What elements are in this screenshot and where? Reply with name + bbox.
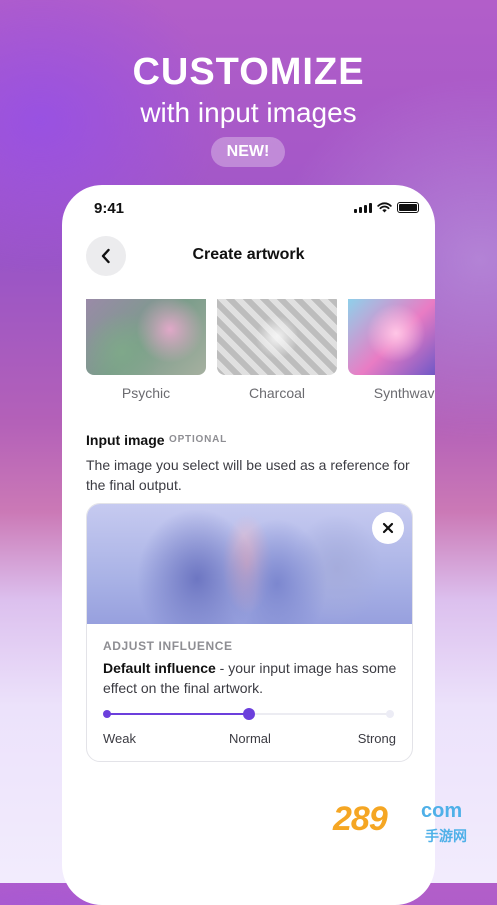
wifi-icon (377, 202, 392, 213)
signal-icon (354, 203, 372, 213)
status-icons (354, 202, 419, 213)
close-icon (382, 522, 394, 534)
style-carousel[interactable]: Psychic Charcoal Synthwave (86, 299, 435, 409)
influence-description: Default influence - your input image has… (103, 658, 403, 698)
status-time: 9:41 (94, 200, 125, 217)
watermark-number: 289 (333, 800, 388, 838)
tick-strong: Strong (357, 731, 396, 746)
page-title: Create artwork (192, 246, 305, 263)
input-image-title: Input image (86, 432, 165, 448)
style-item-psychic[interactable]: Psychic (86, 299, 206, 401)
remove-image-button[interactable] (372, 512, 404, 544)
style-thumbnail (348, 299, 435, 375)
promo-subtitle: with input images (140, 97, 357, 128)
style-item-synthwave[interactable]: Synthwave (348, 299, 435, 401)
slider-thumb[interactable] (242, 708, 255, 720)
input-image-preview[interactable] (87, 504, 412, 624)
optional-tag: OPTIONAL (169, 434, 228, 445)
tick-normal: Normal (229, 731, 271, 746)
input-image-description: The image you select will be used as a r… (86, 457, 410, 493)
adjust-influence-label: ADJUST INFLUENCE (103, 639, 233, 653)
watermark-cn: 手游网 (425, 828, 467, 844)
promo-headline: CUSTOMIZE with input images (0, 50, 497, 130)
promo-title: CUSTOMIZE (132, 51, 365, 93)
style-label: Charcoal (248, 385, 306, 401)
style-thumbnail (217, 299, 337, 375)
style-item-charcoal[interactable]: Charcoal (217, 299, 337, 401)
battery-icon (397, 202, 419, 213)
influence-setting-name: Default influence (103, 660, 216, 676)
watermark-suffix: com (421, 800, 463, 822)
watermark-logo: 289 com 手游网 (333, 800, 483, 850)
slider-start-dot (103, 710, 111, 718)
input-image-card: ADJUST INFLUENCE Default influence - you… (86, 503, 413, 762)
style-label: Synthwave (373, 385, 435, 401)
style-thumbnail (86, 299, 206, 375)
phone-screen: 9:41 Create artwork Psychic Charcoal Syn… (62, 185, 435, 905)
style-label: Psychic (121, 385, 171, 401)
tick-weak: Weak (103, 731, 136, 746)
influence-slider[interactable] (103, 708, 394, 720)
new-badge: NEW! (211, 137, 285, 167)
slider-fill (106, 713, 249, 715)
slider-end-dot (386, 710, 394, 718)
